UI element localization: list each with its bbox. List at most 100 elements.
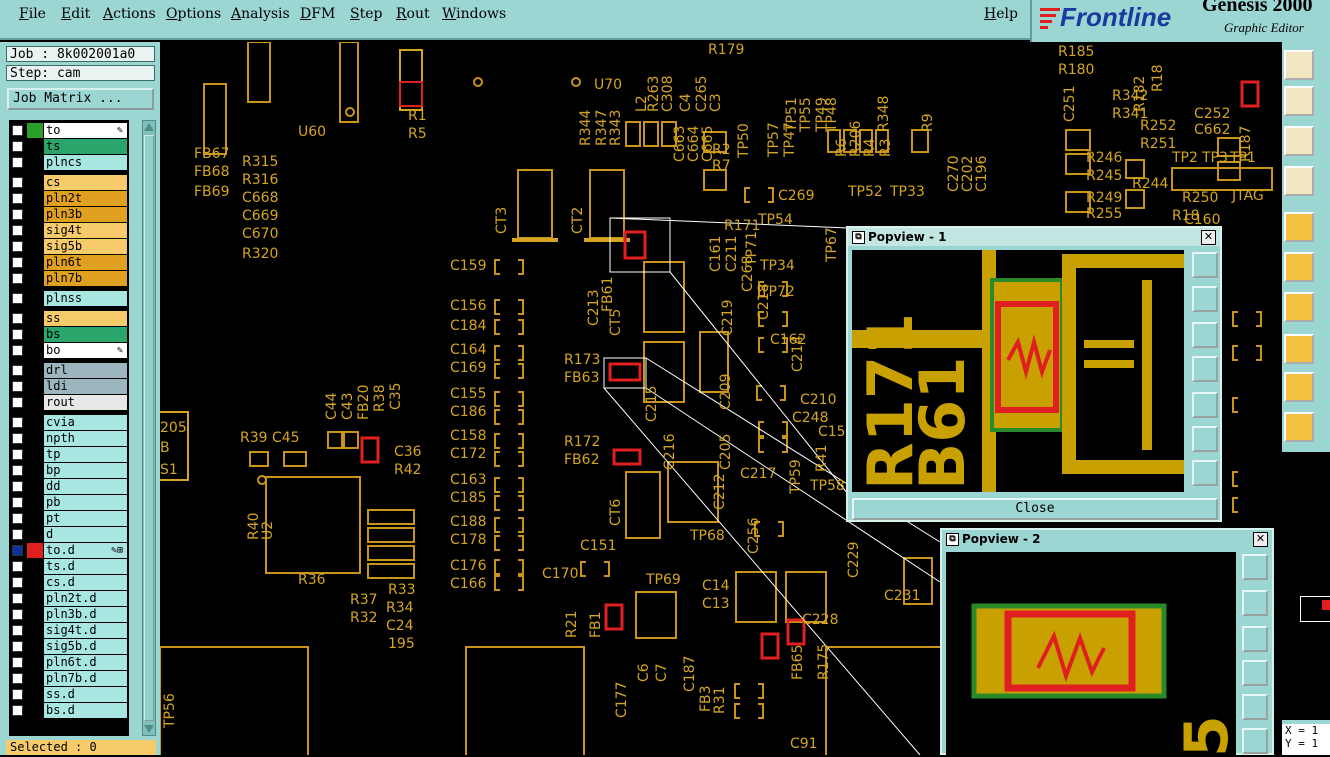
layer-checkbox[interactable]: [12, 465, 23, 476]
layer-checkbox[interactable]: [12, 497, 23, 508]
popview-1-view[interactable]: R171 B61: [852, 250, 1184, 492]
layer-checkbox[interactable]: [12, 705, 23, 716]
menu-file[interactable]: File: [19, 6, 46, 22]
layer-checkbox[interactable]: [12, 381, 23, 392]
layer-row[interactable]: bs: [9, 327, 129, 342]
layer-name[interactable]: pln2t: [44, 191, 127, 206]
layer-checkbox[interactable]: [12, 561, 23, 572]
layer-row[interactable]: dd: [9, 479, 129, 494]
layer-checkbox[interactable]: [12, 157, 23, 168]
layer-name[interactable]: ldi: [44, 379, 127, 394]
layer-checkbox[interactable]: [12, 625, 23, 636]
layer-name[interactable]: pln3b: [44, 207, 127, 222]
mini-map[interactable]: [1282, 452, 1330, 720]
scroll-thumb[interactable]: [144, 135, 154, 721]
menu-help[interactable]: Help: [984, 6, 1018, 22]
layer-name[interactable]: ss: [44, 311, 127, 326]
layer-name[interactable]: sig4t: [44, 223, 127, 238]
layer-row[interactable]: pln6t: [9, 255, 129, 270]
popview-2-tool-pan-right-icon[interactable]: [1242, 694, 1268, 720]
layer-row[interactable]: pln6t.d: [9, 655, 129, 670]
layer-name[interactable]: rout: [44, 395, 127, 410]
layer-row[interactable]: pln2t: [9, 191, 129, 206]
layer-row[interactable]: sig4t.d: [9, 623, 129, 638]
menu-dfm[interactable]: DFM: [300, 6, 335, 22]
layer-row[interactable]: npth: [9, 431, 129, 446]
menu-windows[interactable]: Windows: [442, 6, 506, 22]
layer-row[interactable]: pln2t.d: [9, 591, 129, 606]
layer-checkbox[interactable]: [12, 513, 23, 524]
tool-pad-icon[interactable]: [1284, 334, 1314, 364]
layer-checkbox[interactable]: [12, 209, 23, 220]
layer-row[interactable]: ss: [9, 311, 129, 326]
layer-row[interactable]: bo ✎: [9, 343, 129, 358]
layer-row[interactable]: cs.d: [9, 575, 129, 590]
layer-name[interactable]: pln6t.d: [44, 655, 127, 670]
layer-checkbox[interactable]: [12, 329, 23, 340]
layer-name[interactable]: sig5b.d: [44, 639, 127, 654]
layer-row[interactable]: drl: [9, 363, 129, 378]
layer-name[interactable]: drl: [44, 363, 127, 378]
popview-1-tool-zoom-in-icon[interactable]: [1192, 426, 1218, 452]
popview-2-tool-pan-down-icon[interactable]: [1242, 626, 1268, 652]
layer-list-scrollbar[interactable]: [142, 120, 156, 736]
layer-name[interactable]: dd: [44, 479, 127, 494]
layer-row[interactable]: pln3b: [9, 207, 129, 222]
layer-checkbox[interactable]: [12, 609, 23, 620]
layer-row[interactable]: sig5b: [9, 239, 129, 254]
popview-1-tool-pan-right-icon[interactable]: [1192, 392, 1218, 418]
layer-checkbox[interactable]: [12, 365, 23, 376]
layer-row[interactable]: ss.d: [9, 687, 129, 702]
layer-row[interactable]: plncs: [9, 155, 129, 170]
menu-options[interactable]: Options: [166, 6, 221, 22]
tool-record-icon[interactable]: [1284, 212, 1314, 242]
popview-2-tool-zoom-fit-icon[interactable]: [1242, 554, 1268, 580]
popview-2-tool-pan-up-icon[interactable]: [1242, 590, 1268, 616]
layer-name[interactable]: pln7b.d: [44, 671, 127, 686]
layer-name[interactable]: cvia: [44, 415, 127, 430]
popview-1-menu-icon[interactable]: ⧉: [852, 231, 865, 244]
layer-checkbox[interactable]: [12, 417, 23, 428]
layer-name[interactable]: pb: [44, 495, 127, 510]
layer-checkbox[interactable]: [12, 593, 23, 604]
tool-settings-icon[interactable]: [1284, 166, 1314, 196]
layer-name[interactable]: plnss: [44, 291, 127, 306]
layer-color-swatch[interactable]: [27, 543, 43, 558]
popview-1-tool-pan-left-icon[interactable]: [1192, 356, 1218, 382]
layer-checkbox[interactable]: [12, 293, 23, 304]
layer-row[interactable]: cs: [9, 175, 129, 190]
tool-select-arrow-icon[interactable]: [1284, 412, 1314, 442]
layer-name[interactable]: cs: [44, 175, 127, 190]
layer-checkbox[interactable]: [12, 125, 23, 136]
job-matrix-button[interactable]: Job Matrix ...: [7, 88, 154, 110]
tool-measure-icon[interactable]: [1284, 372, 1314, 402]
layer-name[interactable]: plncs: [44, 155, 127, 170]
layer-color-swatch[interactable]: [27, 123, 43, 138]
layer-name[interactable]: ts: [44, 139, 127, 154]
layer-name[interactable]: cs.d: [44, 575, 127, 590]
popview-1-tool-zoom-fit-icon[interactable]: [1192, 252, 1218, 278]
popview-2-tool-zoom-in-icon[interactable]: [1242, 728, 1268, 754]
layer-checkbox[interactable]: [12, 545, 23, 556]
layer-name[interactable]: bs: [44, 327, 127, 342]
popview-2-close-icon[interactable]: ✕: [1253, 532, 1268, 547]
tool-layer-icon[interactable]: [1284, 86, 1314, 116]
layer-checkbox[interactable]: [12, 193, 23, 204]
menu-step[interactable]: Step: [350, 6, 382, 22]
layer-row[interactable]: ldi: [9, 379, 129, 394]
layer-name[interactable]: d: [44, 527, 127, 542]
layer-row[interactable]: cvia: [9, 415, 129, 430]
layer-name[interactable]: sig4t.d: [44, 623, 127, 638]
layer-name[interactable]: pln7b: [44, 271, 127, 286]
tool-fit-icon[interactable]: [1284, 126, 1314, 156]
layer-row[interactable]: rout: [9, 395, 129, 410]
layer-checkbox[interactable]: [12, 529, 23, 540]
layer-row[interactable]: pt: [9, 511, 129, 526]
layer-checkbox[interactable]: [12, 257, 23, 268]
layer-name[interactable]: pln6t: [44, 255, 127, 270]
popview-1-titlebar[interactable]: ⧉ Popview - 1 ✕: [848, 228, 1220, 246]
layer-checkbox[interactable]: [12, 397, 23, 408]
tool-line-icon[interactable]: [1284, 292, 1314, 322]
layer-row[interactable]: d: [9, 527, 129, 542]
popview-2-titlebar[interactable]: ⧉ Popview - 2 ✕: [942, 530, 1272, 548]
